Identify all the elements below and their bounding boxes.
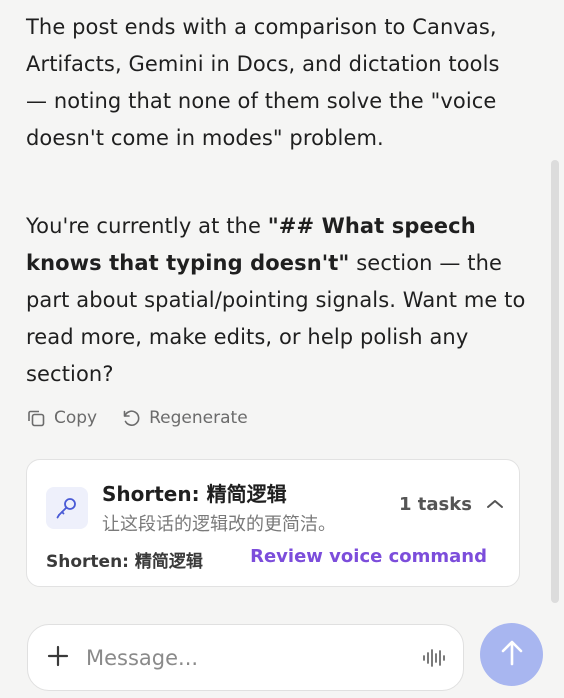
message-composer [27,624,464,691]
message-input[interactable] [86,645,386,670]
message-actions: Copy Regenerate [26,404,248,432]
waveform-icon[interactable] [421,646,447,674]
chat-panel: The post ends with a comparison to Canva… [0,0,564,698]
send-button[interactable] [480,623,543,686]
scrollbar[interactable] [551,160,559,603]
task-title: Shorten: 精简逻辑 [102,482,287,506]
voice-task-card: Shorten: 精简逻辑 让这段话的逻辑改的更简洁。 1 tasks Shor… [26,459,520,587]
task-count-toggle[interactable]: 1 tasks [399,494,504,515]
task-subtitle: 让这段话的逻辑改的更简洁。 [102,514,336,535]
review-voice-command-link[interactable]: Review voice command [250,546,487,567]
task-footer-label: Shorten: 精简逻辑 [46,552,203,572]
message-text-segment: You're currently at the [26,214,268,238]
copy-icon [26,408,46,428]
add-button[interactable] [44,644,72,672]
regenerate-label: Regenerate [149,408,248,428]
message-text: You're currently at the "## What speech … [26,208,526,393]
message-text: The post ends with a comparison to Canva… [26,15,500,150]
plus-icon [46,644,70,672]
chevron-up-icon [486,494,504,515]
assistant-message-paragraph: The post ends with a comparison to Canva… [26,9,526,157]
regenerate-icon [121,408,141,428]
copy-label: Copy [54,408,98,428]
regenerate-button[interactable]: Regenerate [121,408,248,428]
microphone-icon [46,487,88,529]
task-count-label: 1 tasks [399,494,472,515]
assistant-message-paragraph: You're currently at the "## What speech … [26,208,526,393]
copy-button[interactable]: Copy [26,408,97,428]
arrow-up-icon [499,639,525,671]
